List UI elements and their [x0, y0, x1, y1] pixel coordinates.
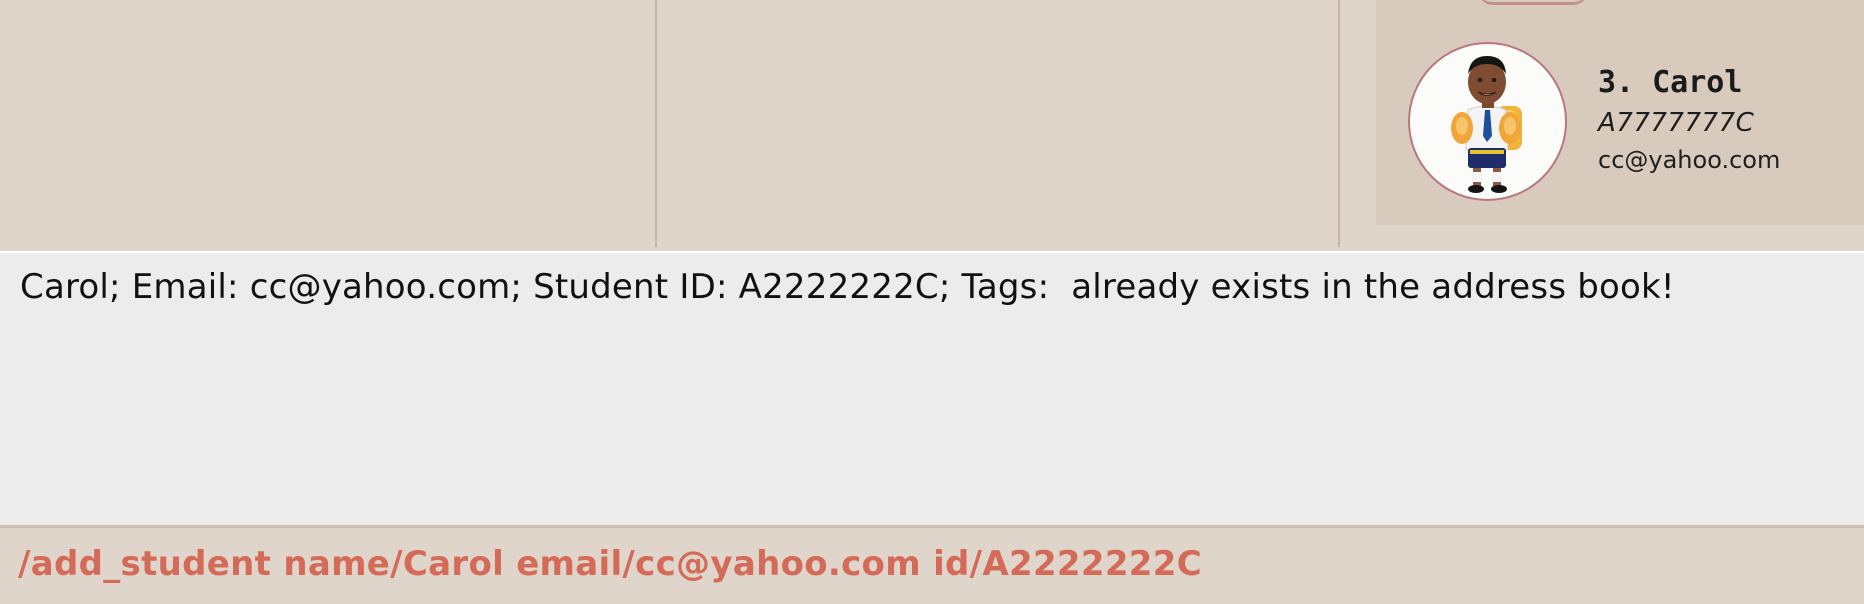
student-name-row: 3. Carol	[1598, 62, 1780, 104]
student-card-details: 3. Carol A7777777C cc@yahoo.com	[1598, 62, 1780, 178]
panel-divider[interactable]	[655, 0, 657, 247]
left-panel	[0, 0, 655, 247]
result-display[interactable]: Carol; Email: cc@yahoo.com; Student ID: …	[0, 251, 1864, 526]
previous-avatar-edge	[1478, 0, 1588, 5]
student-email: cc@yahoo.com	[1598, 146, 1781, 174]
student-index: 3.	[1598, 65, 1635, 100]
student-list-panel: 3. Carol A7777777C cc@yahoo.com	[1341, 0, 1864, 247]
app-window: 3. Carol A7777777C cc@yahoo.com Carol; Em…	[0, 0, 1864, 604]
student-card[interactable]: 3. Carol A7777777C cc@yahoo.com	[1376, 0, 1864, 225]
main-panels: 3. Carol A7777777C cc@yahoo.com	[0, 0, 1864, 247]
student-id: A7777777C	[1598, 108, 1755, 138]
command-input[interactable]	[18, 542, 1838, 586]
student-avatar-icon	[1451, 56, 1522, 193]
middle-panel	[658, 0, 1338, 247]
panel-divider[interactable]	[1338, 0, 1340, 247]
result-message: Carol; Email: cc@yahoo.com; Student ID: …	[20, 267, 1675, 307]
command-box	[0, 525, 1864, 604]
student-name: Carol	[1652, 65, 1743, 100]
student-avatar	[1408, 42, 1567, 201]
